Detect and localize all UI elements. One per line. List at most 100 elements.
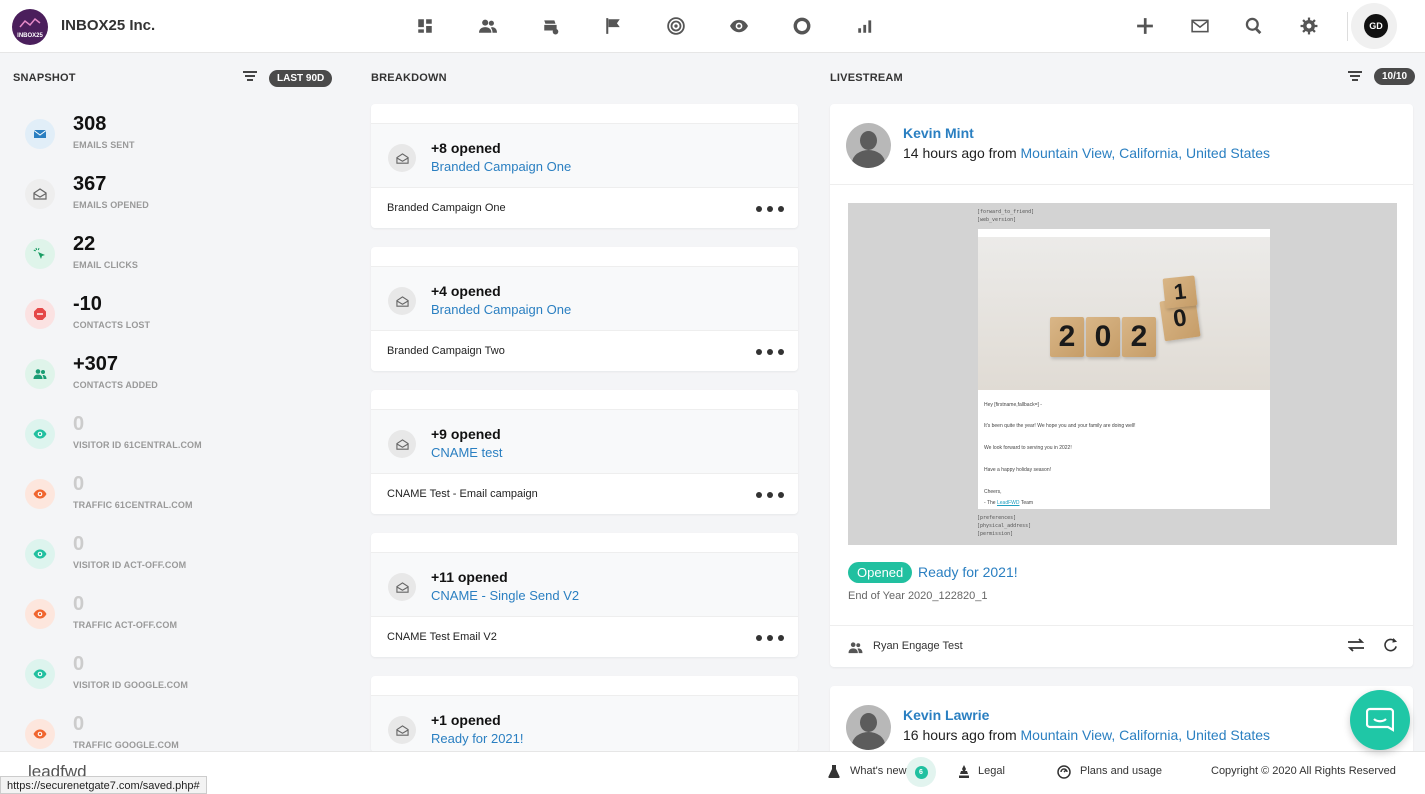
preview-tag: [physical_address] [977, 523, 1032, 529]
more-options-icon[interactable] [756, 206, 784, 212]
campaign-link[interactable]: Branded Campaign One [431, 302, 571, 317]
open-envelope-icon [25, 179, 55, 209]
visitor-eye-icon [25, 539, 55, 569]
chat-button[interactable] [1350, 690, 1410, 750]
breakdown-card[interactable]: +9 opened CNAME test CNAME Test - Email … [371, 390, 798, 514]
stat-value: 22 [73, 233, 96, 255]
campaign-id: End of Year 2020_122820_1 [848, 590, 988, 602]
livestream-title: LIVESTREAM [830, 72, 903, 84]
target-icon[interactable] [664, 14, 688, 38]
stat-label: EMAILS SENT [73, 140, 135, 150]
plans-icon [1057, 765, 1071, 779]
stat-emails-opened: 367 EMAILS OPENED [25, 173, 325, 229]
contact-name[interactable]: Kevin Lawrie [903, 707, 989, 723]
breakdown-card[interactable]: +4 opened Branded Campaign One Branded C… [371, 247, 798, 371]
breakdown-card[interactable]: +11 opened CNAME - Single Send V2 CNAME … [371, 533, 798, 657]
stat-value: +307 [73, 353, 119, 375]
preview-tag: [permission] [977, 531, 1014, 537]
snapshot-title: SNAPSHOT [13, 72, 76, 84]
email-subject-link[interactable]: Ready for 2021! [918, 564, 1018, 580]
location-link[interactable]: Mountain View, California, United States [1021, 145, 1271, 161]
traffic-eye-icon [25, 479, 55, 509]
stat-label: VISITOR ID GOOGLE.COM [73, 680, 188, 690]
breakdown-card[interactable]: +1 opened Ready for 2021! [371, 676, 798, 752]
stat-label: CONTACTS ADDED [73, 380, 158, 390]
livestream-count-pill[interactable]: 10/10 [1374, 68, 1416, 85]
gear-icon[interactable] [1297, 14, 1321, 38]
email-preview[interactable]: [forward_to_friend] [web_version] 2 0 2 … [848, 203, 1397, 545]
stat-value: 0 [73, 473, 85, 495]
livestream-filter-icon[interactable] [1348, 71, 1362, 83]
refresh-icon[interactable] [1383, 637, 1398, 652]
chat-icon [1366, 707, 1394, 732]
stat-value: 0 [73, 413, 85, 435]
open-envelope-icon [388, 144, 416, 172]
traffic-eye-icon [25, 719, 55, 749]
stat-label: TRAFFIC ACT-OFF.COM [73, 620, 178, 630]
breakdown-card[interactable]: +8 opened Branded Campaign One Branded C… [371, 104, 798, 228]
traffic-eye-icon [25, 599, 55, 629]
stat-emails-sent: 308 EMAILS SENT [25, 113, 325, 169]
stat-label: VISITOR ID 61CENTRAL.COM [73, 440, 202, 450]
stat-label: VISITOR ID ACT-OFF.COM [73, 560, 187, 570]
company-logo[interactable]: INBOX25 [12, 9, 48, 45]
ring-icon[interactable] [790, 14, 814, 38]
add-icon[interactable] [1133, 14, 1157, 38]
time-ago: 16 hours ago from [903, 727, 1017, 743]
email-line: It's been quite the year! We hope you an… [984, 423, 1136, 429]
stat-value: 308 [73, 113, 107, 135]
top-header: INBOX25 INBOX25 Inc. GD [0, 0, 1425, 53]
stat-value: 367 [73, 173, 107, 195]
mail-icon[interactable] [1188, 14, 1212, 38]
campaign-link[interactable]: Ready for 2021! [431, 731, 524, 746]
stat-value: 0 [73, 653, 85, 675]
more-options-icon[interactable] [756, 492, 784, 498]
stat-label: EMAIL CLICKS [73, 260, 139, 270]
contact-name[interactable]: Kevin Mint [903, 125, 974, 141]
legal-icon [959, 765, 969, 778]
open-envelope-icon [388, 430, 416, 458]
stat-visitor-61central: 0 VISITOR ID 61CENTRAL.COM [25, 413, 325, 469]
campaigns-icon[interactable] [539, 14, 563, 38]
email-line: Have a happy holiday season! [984, 467, 1051, 473]
whats-new-link[interactable]: What's new [850, 765, 907, 777]
breakdown-card-header: +1 opened Ready for 2021! [371, 695, 798, 752]
location-link[interactable]: Mountain View, California, United States [1021, 727, 1271, 743]
stat-value: 0 [73, 713, 85, 735]
more-options-icon[interactable] [756, 635, 784, 641]
campaign-name: CNAME Test Email V2 [387, 631, 497, 643]
user-avatar[interactable]: GD [1364, 14, 1388, 38]
breakdown-title: BREAKDOWN [371, 72, 447, 84]
stat-contacts-lost: -10 CONTACTS LOST [25, 293, 325, 349]
more-options-icon[interactable] [756, 349, 784, 355]
campaign-link[interactable]: Branded Campaign One [431, 159, 571, 174]
search-icon[interactable] [1242, 14, 1266, 38]
campaign-name: Branded Campaign One [387, 202, 506, 214]
email-hero-image: 2 0 2 0 1 [978, 237, 1270, 390]
stat-email-clicks: 22 EMAIL CLICKS [25, 233, 325, 289]
legal-link[interactable]: Legal [978, 765, 1005, 777]
campaign-link[interactable]: CNAME test [431, 445, 503, 460]
plans-link[interactable]: Plans and usage [1080, 765, 1162, 777]
open-envelope-icon [388, 287, 416, 315]
campaign-link[interactable]: CNAME - Single Send V2 [431, 588, 579, 603]
transfer-icon[interactable] [1346, 637, 1366, 653]
snapshot-filter-icon[interactable] [243, 71, 257, 83]
reports-icon[interactable] [853, 14, 877, 38]
stat-label: TRAFFIC GOOGLE.COM [73, 740, 179, 750]
stat-visitor-act-off: 0 VISITOR ID ACT-OFF.COM [25, 533, 325, 589]
email-line: Cheers, [984, 489, 1002, 495]
snapshot-range-pill[interactable]: LAST 90D [269, 70, 333, 87]
whats-new-count: 6 [914, 765, 928, 779]
contacts-icon[interactable] [476, 14, 500, 38]
person-avatar [846, 123, 891, 168]
visitor-eye-icon [25, 419, 55, 449]
activity-time: 16 hours ago from Mountain View, Califor… [903, 727, 1270, 743]
company-name: INBOX25 Inc. [61, 17, 156, 34]
contacts-added-icon [25, 359, 55, 389]
eye-icon[interactable] [727, 14, 751, 38]
whats-new-badge[interactable]: 6 [906, 757, 936, 787]
dashboard-icon[interactable] [413, 14, 437, 38]
opened-count: +11 opened [431, 569, 508, 585]
flag-icon[interactable] [601, 14, 625, 38]
